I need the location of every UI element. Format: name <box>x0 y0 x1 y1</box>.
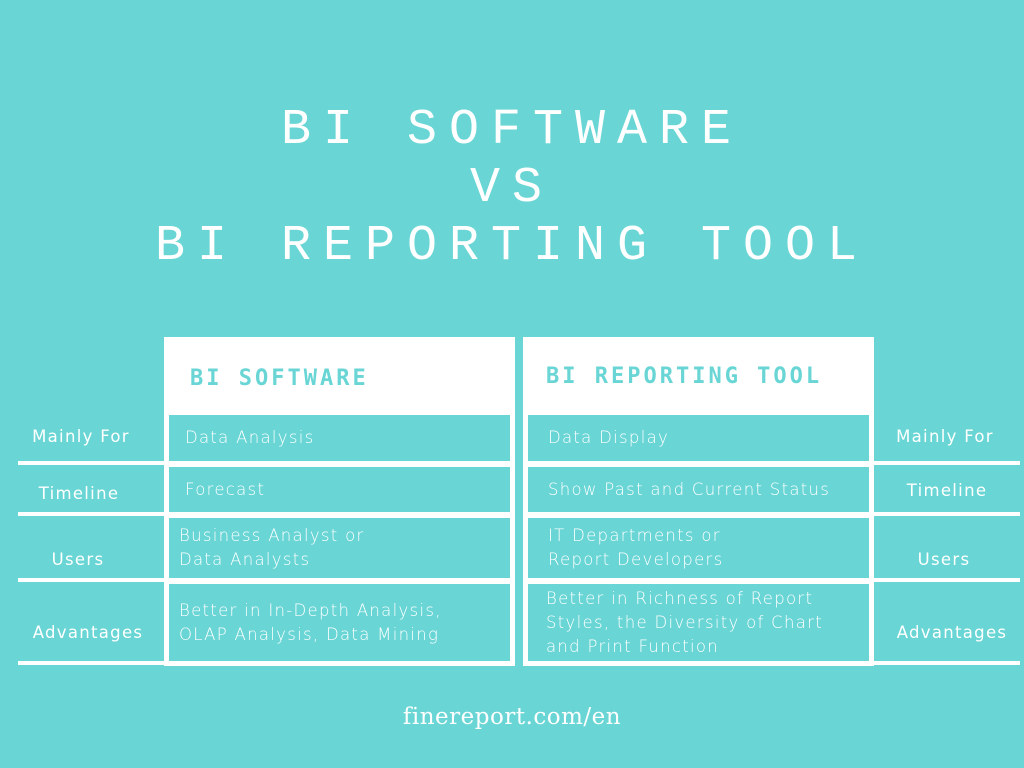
row-divider <box>18 578 166 582</box>
title-line-2: VS <box>469 160 554 217</box>
right-cell-advantages: Better in Richness of Report Styles, the… <box>528 584 869 661</box>
row-label-users: Users <box>51 550 105 569</box>
row-divider <box>872 461 1020 465</box>
right-cell-users: IT Departments or Report Developers <box>528 518 869 578</box>
row-label-mainly-for: Mainly For <box>32 427 130 446</box>
row-label-advantages: Advantages <box>896 623 1008 642</box>
right-table-header: BI REPORTING TOOL <box>546 364 823 389</box>
title-line-3: BI REPORTING TOOL <box>154 218 870 275</box>
right-cell-timeline: Show Past and Current Status <box>528 467 869 512</box>
left-cell-users: Business Analyst or Data Analysts <box>169 518 510 578</box>
left-cell-timeline: Forecast <box>169 467 510 512</box>
row-divider <box>18 661 166 665</box>
row-divider <box>18 461 166 465</box>
row-divider <box>18 512 166 516</box>
right-cell-mainly-for: Data Display <box>528 415 869 461</box>
row-label-timeline: Timeline <box>906 481 988 500</box>
left-cell-advantages: Better in In-Depth Analysis, OLAP Analys… <box>169 584 510 661</box>
left-table-header: BI SOFTWARE <box>190 366 369 391</box>
row-divider <box>872 661 1020 665</box>
row-label-advantages: Advantages <box>32 623 144 642</box>
row-divider <box>872 578 1020 582</box>
row-divider <box>872 512 1020 516</box>
footer-website: finereport.com/en <box>402 704 622 730</box>
row-label-mainly-for: Mainly For <box>896 427 994 446</box>
left-cell-mainly-for: Data Analysis <box>169 415 510 461</box>
title-line-1: BI SOFTWARE <box>280 102 744 159</box>
row-label-users: Users <box>917 550 971 569</box>
row-label-timeline: Timeline <box>38 484 120 503</box>
